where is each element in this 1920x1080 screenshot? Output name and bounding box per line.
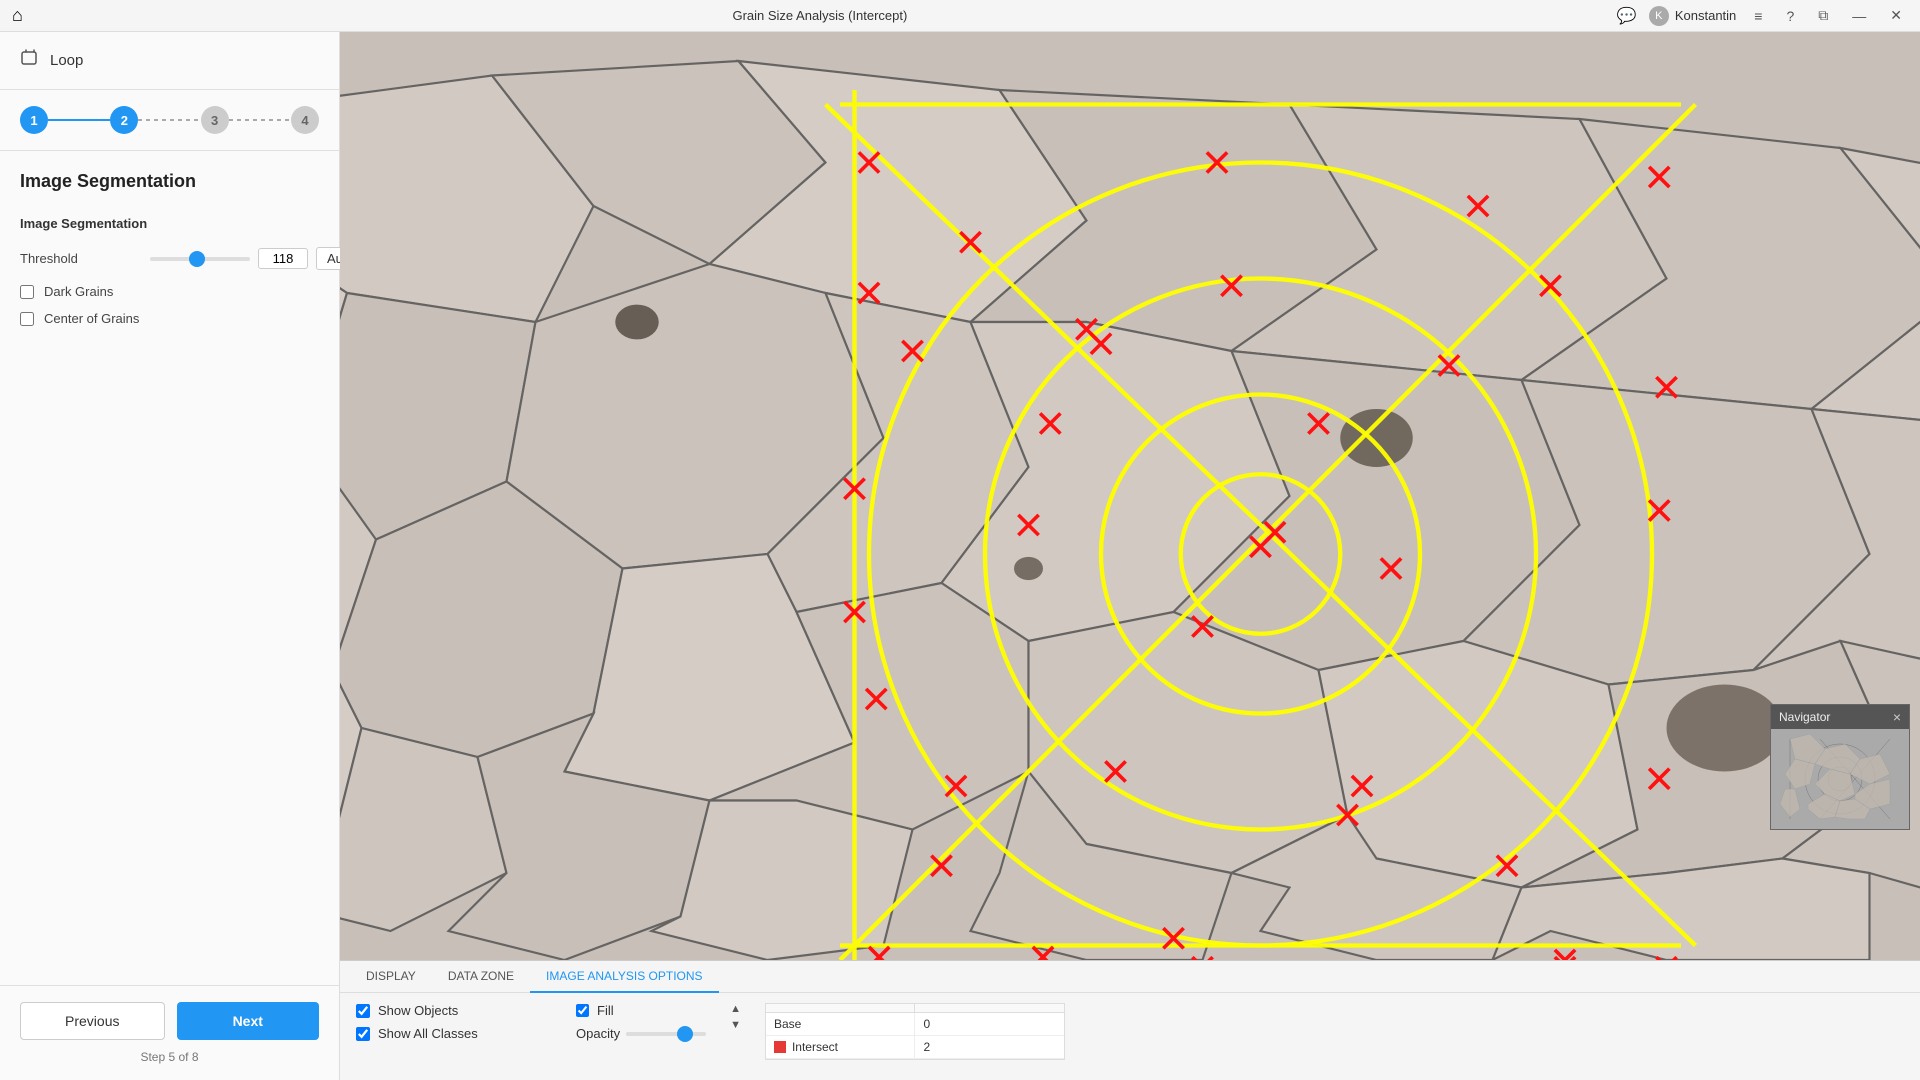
tab-image-analysis-options[interactable]: IMAGE ANALYSIS OPTIONS — [530, 961, 719, 993]
close-icon[interactable]: ✕ — [1884, 7, 1908, 24]
base-value-cell: 0 — [915, 1013, 1064, 1035]
threshold-row: Threshold Auto — [0, 239, 339, 278]
col-value-header — [915, 1004, 1064, 1012]
left-panel: Loop 1 2 3 4 Image Segmentation Image Se… — [0, 32, 340, 1080]
titlebar-right: 💬 K Konstantin ≡ ? ⧉ — ✕ — [1617, 6, 1908, 26]
opacity-slider[interactable] — [626, 1032, 706, 1036]
fill-checkbox[interactable] — [576, 1004, 589, 1017]
threshold-slider-container: Auto — [150, 247, 365, 270]
help-icon[interactable]: ? — [1780, 8, 1800, 24]
chat-icon[interactable]: 💬 — [1617, 6, 1637, 26]
step-line-3 — [229, 119, 291, 121]
intersect-name-cell: Intersect — [766, 1036, 916, 1058]
user-name: Konstantin — [1675, 8, 1736, 23]
intersect-color-swatch — [774, 1041, 786, 1053]
step-4-label: 4 — [301, 113, 308, 128]
show-all-classes-label: Show All Classes — [378, 1026, 478, 1041]
tab-display[interactable]: DISPLAY — [350, 961, 432, 993]
threshold-label: Threshold — [20, 251, 140, 266]
fill-section: Fill — [576, 1003, 706, 1018]
fill-opacity-section: Fill Opacity — [576, 1003, 706, 1041]
sort-buttons: ▲ ▼ — [726, 1003, 745, 1031]
table-row-intersect[interactable]: Intersect 2 — [766, 1036, 1064, 1059]
titlebar: ⌂ Grain Size Analysis (Intercept) 💬 K Ko… — [0, 0, 1920, 32]
show-all-classes-row: Show All Classes — [356, 1026, 556, 1041]
col-name-header — [766, 1004, 916, 1012]
minimize-icon[interactable]: — — [1846, 8, 1872, 24]
show-objects-checkbox[interactable] — [356, 1004, 370, 1018]
step-2[interactable]: 2 — [110, 106, 138, 134]
dark-grains-row: Dark Grains — [0, 278, 339, 305]
menu-icon[interactable]: ≡ — [1748, 8, 1768, 24]
user-avatar: K — [1649, 6, 1669, 26]
dark-grains-checkbox[interactable] — [20, 285, 34, 299]
titlebar-left: ⌂ — [12, 5, 23, 26]
main-layout: Loop 1 2 3 4 Image Segmentation Image Se… — [0, 32, 1920, 1080]
navigator-thumbnail — [1771, 729, 1909, 829]
base-name-cell: Base — [766, 1013, 916, 1035]
data-table-header — [766, 1004, 1064, 1013]
navigator: Navigator × — [1770, 704, 1910, 830]
section-subtitle: Image Segmentation — [0, 200, 339, 239]
sort-up-button[interactable]: ▲ — [730, 1003, 741, 1015]
restore-icon[interactable]: ⧉ — [1812, 7, 1834, 24]
navigator-title: Navigator — [1779, 710, 1830, 724]
opacity-section: Opacity — [576, 1026, 706, 1041]
step-info: Step 5 of 8 — [20, 1050, 319, 1064]
toolbar-tabs: DISPLAY DATA ZONE IMAGE ANALYSIS OPTIONS — [340, 961, 1920, 993]
threshold-input[interactable] — [258, 248, 308, 269]
display-options: Show Objects Show All Classes — [356, 1003, 556, 1041]
app-title: Grain Size Analysis (Intercept) — [732, 8, 907, 23]
show-objects-row: Show Objects — [356, 1003, 556, 1018]
loop-header: Loop — [0, 32, 339, 90]
show-all-classes-checkbox[interactable] — [356, 1027, 370, 1041]
table-row-base[interactable]: Base 0 — [766, 1013, 1064, 1036]
step-progress: 1 2 3 4 — [0, 90, 339, 151]
content-area: Navigator × — [340, 32, 1920, 1080]
toolbar-content: Show Objects Show All Classes Fill Opaci… — [340, 993, 1920, 1080]
section-title: Image Segmentation — [0, 151, 339, 200]
image-viewer[interactable]: Navigator × — [340, 32, 1920, 960]
step-line-1 — [48, 119, 110, 121]
step-line-2 — [138, 119, 200, 121]
threshold-slider[interactable] — [150, 257, 250, 261]
grain-canvas — [340, 32, 1920, 960]
dark-grains-label: Dark Grains — [44, 284, 113, 299]
tab-data-zone[interactable]: DATA ZONE — [432, 961, 530, 993]
intersect-value-cell: 2 — [915, 1036, 1064, 1058]
previous-button[interactable]: Previous — [20, 1002, 165, 1040]
step-3-label: 3 — [211, 113, 218, 128]
sort-down-button[interactable]: ▼ — [730, 1019, 741, 1031]
center-of-grains-row: Center of Grains — [0, 305, 339, 332]
home-icon[interactable]: ⌂ — [12, 5, 23, 26]
step-4[interactable]: 4 — [291, 106, 319, 134]
user-info: K Konstantin — [1649, 6, 1736, 26]
opacity-label: Opacity — [576, 1026, 620, 1041]
step-2-label: 2 — [121, 113, 128, 128]
loop-label: Loop — [50, 52, 83, 69]
next-button[interactable]: Next — [177, 1002, 320, 1040]
step-3[interactable]: 3 — [201, 106, 229, 134]
center-of-grains-label: Center of Grains — [44, 311, 139, 326]
data-table: Base 0 Intersect 2 — [765, 1003, 1065, 1060]
loop-icon — [20, 48, 40, 73]
navigator-header: Navigator × — [1771, 705, 1909, 729]
bottom-area: Previous Next Step 5 of 8 — [0, 985, 339, 1080]
step-1-label: 1 — [30, 113, 37, 128]
nav-buttons: Previous Next — [20, 1002, 319, 1040]
fill-label: Fill — [597, 1003, 614, 1018]
bottom-toolbar: DISPLAY DATA ZONE IMAGE ANALYSIS OPTIONS… — [340, 960, 1920, 1080]
navigator-close-button[interactable]: × — [1893, 709, 1901, 725]
show-objects-label: Show Objects — [378, 1003, 458, 1018]
step-1[interactable]: 1 — [20, 106, 48, 134]
center-of-grains-checkbox[interactable] — [20, 312, 34, 326]
